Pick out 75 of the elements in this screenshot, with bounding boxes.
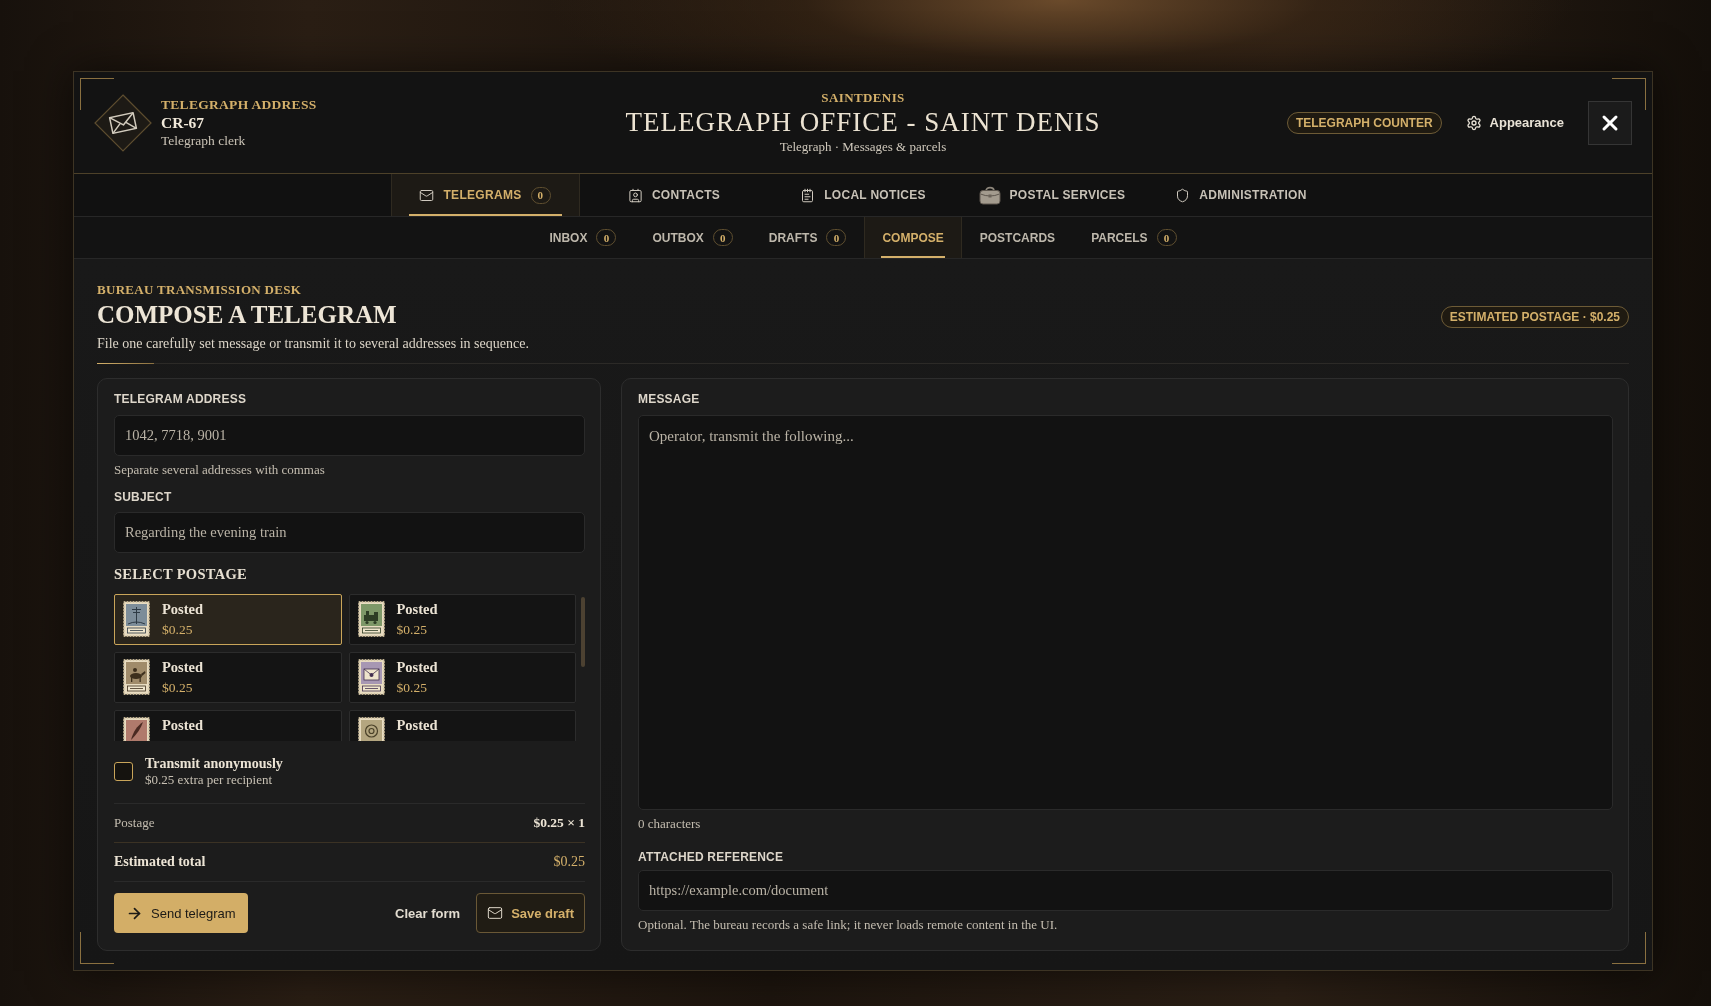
sub-tab[interactable]: COMPOSE xyxy=(864,217,962,258)
save-draft-button[interactable]: Save draft xyxy=(476,893,585,933)
checkbox[interactable] xyxy=(114,762,133,781)
scrollbar-thumb[interactable] xyxy=(581,597,585,667)
stamp-icon xyxy=(357,659,385,695)
stamp-price: $0.25 xyxy=(162,680,194,696)
office-title: TELEGRAPH OFFICE - SAINT DENIS xyxy=(625,107,1101,138)
nav-tab[interactable]: CONTACTS xyxy=(579,174,769,216)
checkbox-label: Transmit anonymously xyxy=(145,755,283,772)
nav-tab[interactable]: POSTAL SERVICES xyxy=(957,174,1147,216)
stamp-name: Posted xyxy=(396,659,438,676)
stamp-name: Posted xyxy=(162,601,204,618)
subject-field[interactable]: Regarding the evening train xyxy=(114,512,585,553)
field-hint: Separate several addresses with commas xyxy=(114,462,326,477)
sub-tab[interactable]: OUTBOX 0 xyxy=(634,217,751,258)
field-label: SUBJECT xyxy=(114,490,173,505)
contact-card-icon xyxy=(627,187,643,203)
nav-tab[interactable]: TELEGRAMS 0 xyxy=(390,174,580,216)
section-eyebrow: BUREAU TRANSMISSION DESK xyxy=(97,282,303,297)
sub-tab[interactable]: POSTCARDS xyxy=(961,217,1074,258)
field-label: TELEGRAM ADDRESS xyxy=(114,392,248,407)
section-description: File one carefully set message or transmit it to several addresses in sequence. xyxy=(97,335,529,352)
postage-option[interactable]: Posted xyxy=(114,710,342,741)
bag-icon xyxy=(978,185,1001,205)
character-count: 0 characters xyxy=(638,816,702,831)
stamp-price: $0.25 xyxy=(396,622,428,638)
field-label: ATTACHED REFERENCE xyxy=(638,850,785,865)
stamp-name: Posted xyxy=(162,717,204,734)
gear-icon xyxy=(1465,114,1482,131)
stamp-icon xyxy=(123,601,150,637)
stamp-name: Posted xyxy=(162,659,204,676)
sub-tab[interactable]: PARCELS 0 xyxy=(1073,217,1195,258)
postage-option[interactable]: Posted xyxy=(348,710,576,741)
field-hint: Optional. The bureau records a safe link; it never loads remote content in the UI. xyxy=(638,917,1059,932)
stamp-name: Posted xyxy=(396,717,438,734)
field-label: MESSAGE xyxy=(638,392,701,407)
reference-field[interactable]: https://example.com/document xyxy=(638,870,1613,911)
address-code: CR-67 xyxy=(161,113,206,132)
stamp-icon xyxy=(123,659,150,695)
location-label: SAINTDENIS xyxy=(821,89,905,106)
postage-estimate-badge: ESTIMATED POSTAGE · $0.25 xyxy=(1440,306,1629,328)
stamp-name: Posted xyxy=(396,601,438,618)
postage-heading: SELECT POSTAGE xyxy=(114,566,248,583)
summary-label: Postage xyxy=(114,815,155,831)
nav-tab[interactable]: LOCAL NOTICES xyxy=(768,174,958,216)
summary-label: Estimated total xyxy=(114,854,206,870)
envelope-icon xyxy=(487,905,504,921)
checkbox-note: $0.25 extra per recipient xyxy=(145,772,274,788)
postage-option[interactable]: Posted $0.25 xyxy=(114,594,342,645)
summary-value: $0.25 × 1 xyxy=(533,815,585,831)
envelope-emblem-icon xyxy=(94,93,152,152)
stamp-price: $0.25 xyxy=(162,622,194,638)
sub-tab[interactable]: DRAFTS 0 xyxy=(750,217,865,258)
envelope-icon xyxy=(419,187,435,203)
clear-button[interactable]: Clear form xyxy=(387,893,469,933)
address-field[interactable]: 1042, 7718, 9001 xyxy=(114,415,585,456)
stamp-price: $0.25 xyxy=(396,680,428,696)
notepad-icon xyxy=(800,187,816,203)
appearance-button[interactable]: Appearance xyxy=(1465,114,1564,131)
send-button[interactable]: Send telegram xyxy=(114,893,248,933)
sub-tab[interactable]: INBOX 0 xyxy=(531,217,635,258)
nav-tab[interactable]: ADMINISTRATION xyxy=(1146,174,1336,216)
postage-option[interactable]: Posted $0.25 xyxy=(348,594,576,645)
shield-icon xyxy=(1175,187,1191,203)
role-label: Telegraph clerk xyxy=(161,132,247,149)
close-button[interactable] xyxy=(1588,100,1632,145)
office-subtitle: Telegraph · Messages & parcels xyxy=(779,139,947,156)
summary-value: $0.25 xyxy=(553,854,585,870)
postage-option[interactable]: Posted $0.25 xyxy=(348,652,576,703)
counter-badge: TELEGRAPH COUNTER xyxy=(1286,111,1442,134)
section-title: COMPOSE A TELEGRAM xyxy=(97,300,398,329)
stamp-icon xyxy=(357,601,385,637)
postage-option[interactable]: Posted $0.25 xyxy=(114,652,342,703)
address-label: TELEGRAPH ADDRESS xyxy=(161,96,317,113)
message-field[interactable]: Operator, transmit the following... xyxy=(638,415,1613,810)
